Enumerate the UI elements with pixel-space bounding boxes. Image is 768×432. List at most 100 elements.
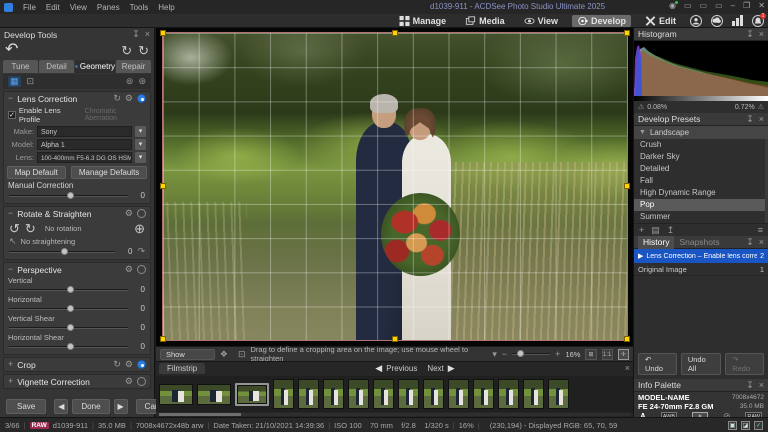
close-icon[interactable]: × (759, 238, 764, 247)
next-label[interactable]: Next (427, 364, 443, 373)
filmstrip-thumbnail[interactable] (298, 379, 319, 409)
previous-label[interactable]: Previous (386, 364, 417, 373)
menu-file[interactable]: File (23, 3, 36, 12)
image-viewport[interactable] (156, 28, 633, 346)
filmstrip-thumbnail[interactable] (548, 379, 569, 409)
pin-icon[interactable]: ↧ (746, 30, 754, 39)
collapse-icon[interactable]: − (8, 94, 13, 103)
preset-group-collapse-icon[interactable]: ▼ (639, 129, 646, 136)
crop-handle[interactable] (392, 30, 398, 36)
filmstrip-thumbnail[interactable] (523, 379, 544, 409)
preset-group-label[interactable]: Landscape (650, 128, 689, 137)
tab-snapshots[interactable]: Snapshots (674, 237, 724, 247)
photo-canvas[interactable] (163, 33, 627, 340)
pin-icon[interactable]: ↧ (746, 115, 754, 124)
expand-icon[interactable]: + (8, 360, 13, 369)
pin-icon[interactable]: ↧ (132, 30, 140, 39)
restore-button[interactable]: ❐ (743, 1, 750, 10)
expand-view-icon[interactable]: ❖ (220, 350, 228, 359)
close-icon[interactable]: × (759, 30, 764, 39)
split-view-icon[interactable]: ◪ (741, 421, 750, 430)
filmstrip-thumbnail[interactable] (473, 379, 494, 409)
tab-repair[interactable]: Repair (116, 60, 151, 73)
section-toggle[interactable] (137, 377, 146, 386)
previous-arrow-icon[interactable]: ◀ (375, 364, 382, 373)
gear-icon[interactable]: ⚙ (125, 377, 133, 386)
preset-item[interactable]: Fall (634, 175, 765, 187)
crop-handle[interactable] (624, 183, 630, 189)
menu-help[interactable]: Help (158, 3, 174, 12)
dashboard-chart-icon[interactable] (732, 15, 743, 26)
crop-handle[interactable] (160, 183, 166, 189)
preset-item[interactable]: Detailed (634, 163, 765, 175)
filmstrip-scrollbar[interactable] (159, 413, 630, 416)
section-enabled-toggle[interactable] (137, 94, 146, 103)
crop-handle[interactable] (392, 336, 398, 342)
filmstrip-thumbnail-selected[interactable] (235, 383, 269, 406)
crop-tool-icon[interactable]: ⊡ (27, 77, 35, 86)
horizontal-shear-slider[interactable] (9, 343, 128, 351)
tab-detail[interactable]: Detail (39, 60, 74, 73)
history-entry[interactable]: Original Image 1 (634, 263, 768, 276)
straighten-rotate-icon[interactable]: ↷ (137, 247, 145, 256)
preset-menu-icon[interactable]: ≡ (758, 226, 763, 235)
rotate-cw-icon[interactable]: ↻ (25, 222, 36, 235)
tab-view[interactable]: View (519, 15, 563, 27)
add-preset-icon[interactable]: + (639, 226, 644, 235)
next-image-button[interactable]: ▶ (114, 399, 128, 414)
undo-arrow-icon[interactable]: ↶ (5, 42, 18, 58)
section-toggle[interactable] (137, 265, 146, 274)
lens-dropdown-icon[interactable]: ▾ (135, 152, 146, 163)
shadow-clip-warning-icon[interactable]: ⚠ (638, 104, 644, 111)
gear-icon[interactable]: ⚙ (125, 209, 133, 218)
next-arrow-icon[interactable]: ▶ (448, 364, 455, 373)
zoom-level[interactable]: 16% (565, 350, 580, 359)
manual-correction-slider[interactable] (9, 192, 128, 200)
account-icon[interactable]: ◉ (669, 1, 676, 10)
gear-icon[interactable]: ⚙ (125, 265, 133, 274)
fit-image-icon[interactable]: ⊞ (585, 349, 596, 360)
notification-bell-icon[interactable]: 1 (752, 15, 764, 27)
close-icon[interactable]: × (759, 115, 764, 124)
tab-tune[interactable]: Tune (3, 60, 38, 73)
people-mode-icon[interactable] (690, 15, 702, 27)
filmstrip-thumbnail[interactable] (398, 379, 419, 409)
filmstrip-thumbnail[interactable] (323, 379, 344, 409)
horizontal-slider[interactable] (9, 305, 128, 313)
zoom-slider[interactable] (512, 350, 550, 358)
straighten-slider[interactable] (9, 248, 115, 256)
display-1-icon[interactable]: ▭ (684, 1, 692, 10)
preset-item[interactable]: Crush (634, 139, 765, 151)
pin-icon[interactable]: ↧ (746, 238, 754, 247)
reset-icon[interactable]: ↻ (113, 360, 121, 369)
preset-item[interactable]: Summer (634, 211, 765, 223)
preset-item-selected[interactable]: Pop (634, 199, 765, 211)
collapse-icon[interactable]: − (8, 265, 13, 274)
grid-overlay-icon[interactable]: ▦ (8, 76, 21, 87)
undo-button[interactable]: ↶ Undo (638, 353, 677, 375)
crop-handle[interactable] (624, 336, 630, 342)
crop-handle[interactable] (624, 30, 630, 36)
make-select[interactable]: Sony (37, 126, 132, 137)
filmstrip-thumbnail[interactable] (423, 379, 444, 409)
save-button[interactable]: Save (6, 399, 46, 414)
section-toggle[interactable] (137, 209, 146, 218)
expand-icon[interactable]: + (8, 377, 13, 386)
reset-all-icon[interactable]: ↻ (121, 44, 132, 57)
cloud-365-icon[interactable] (711, 15, 723, 27)
vertical-shear-slider[interactable] (9, 324, 128, 332)
rotate-ccw-icon[interactable]: ↺ (9, 222, 20, 235)
minimize-button[interactable]: – (731, 1, 735, 10)
actual-size-icon[interactable]: 1:1 (602, 349, 613, 360)
menu-view[interactable]: View (70, 3, 87, 12)
display-2-icon[interactable]: ▭ (700, 1, 708, 10)
crop-handle[interactable] (160, 30, 166, 36)
preset-item[interactable]: Darker Sky (634, 151, 765, 163)
zoom-dropdown-icon[interactable]: ▾ (492, 350, 497, 359)
model-select[interactable]: Alpha 1 (37, 139, 132, 150)
brush-tool-icon[interactable]: ⊚ (126, 77, 134, 86)
crop-handle[interactable] (160, 336, 166, 342)
filmstrip-thumbnail[interactable] (448, 379, 469, 409)
zoom-in-icon[interactable]: + (555, 350, 560, 359)
redo-button[interactable]: ↷ Redo (725, 353, 764, 375)
